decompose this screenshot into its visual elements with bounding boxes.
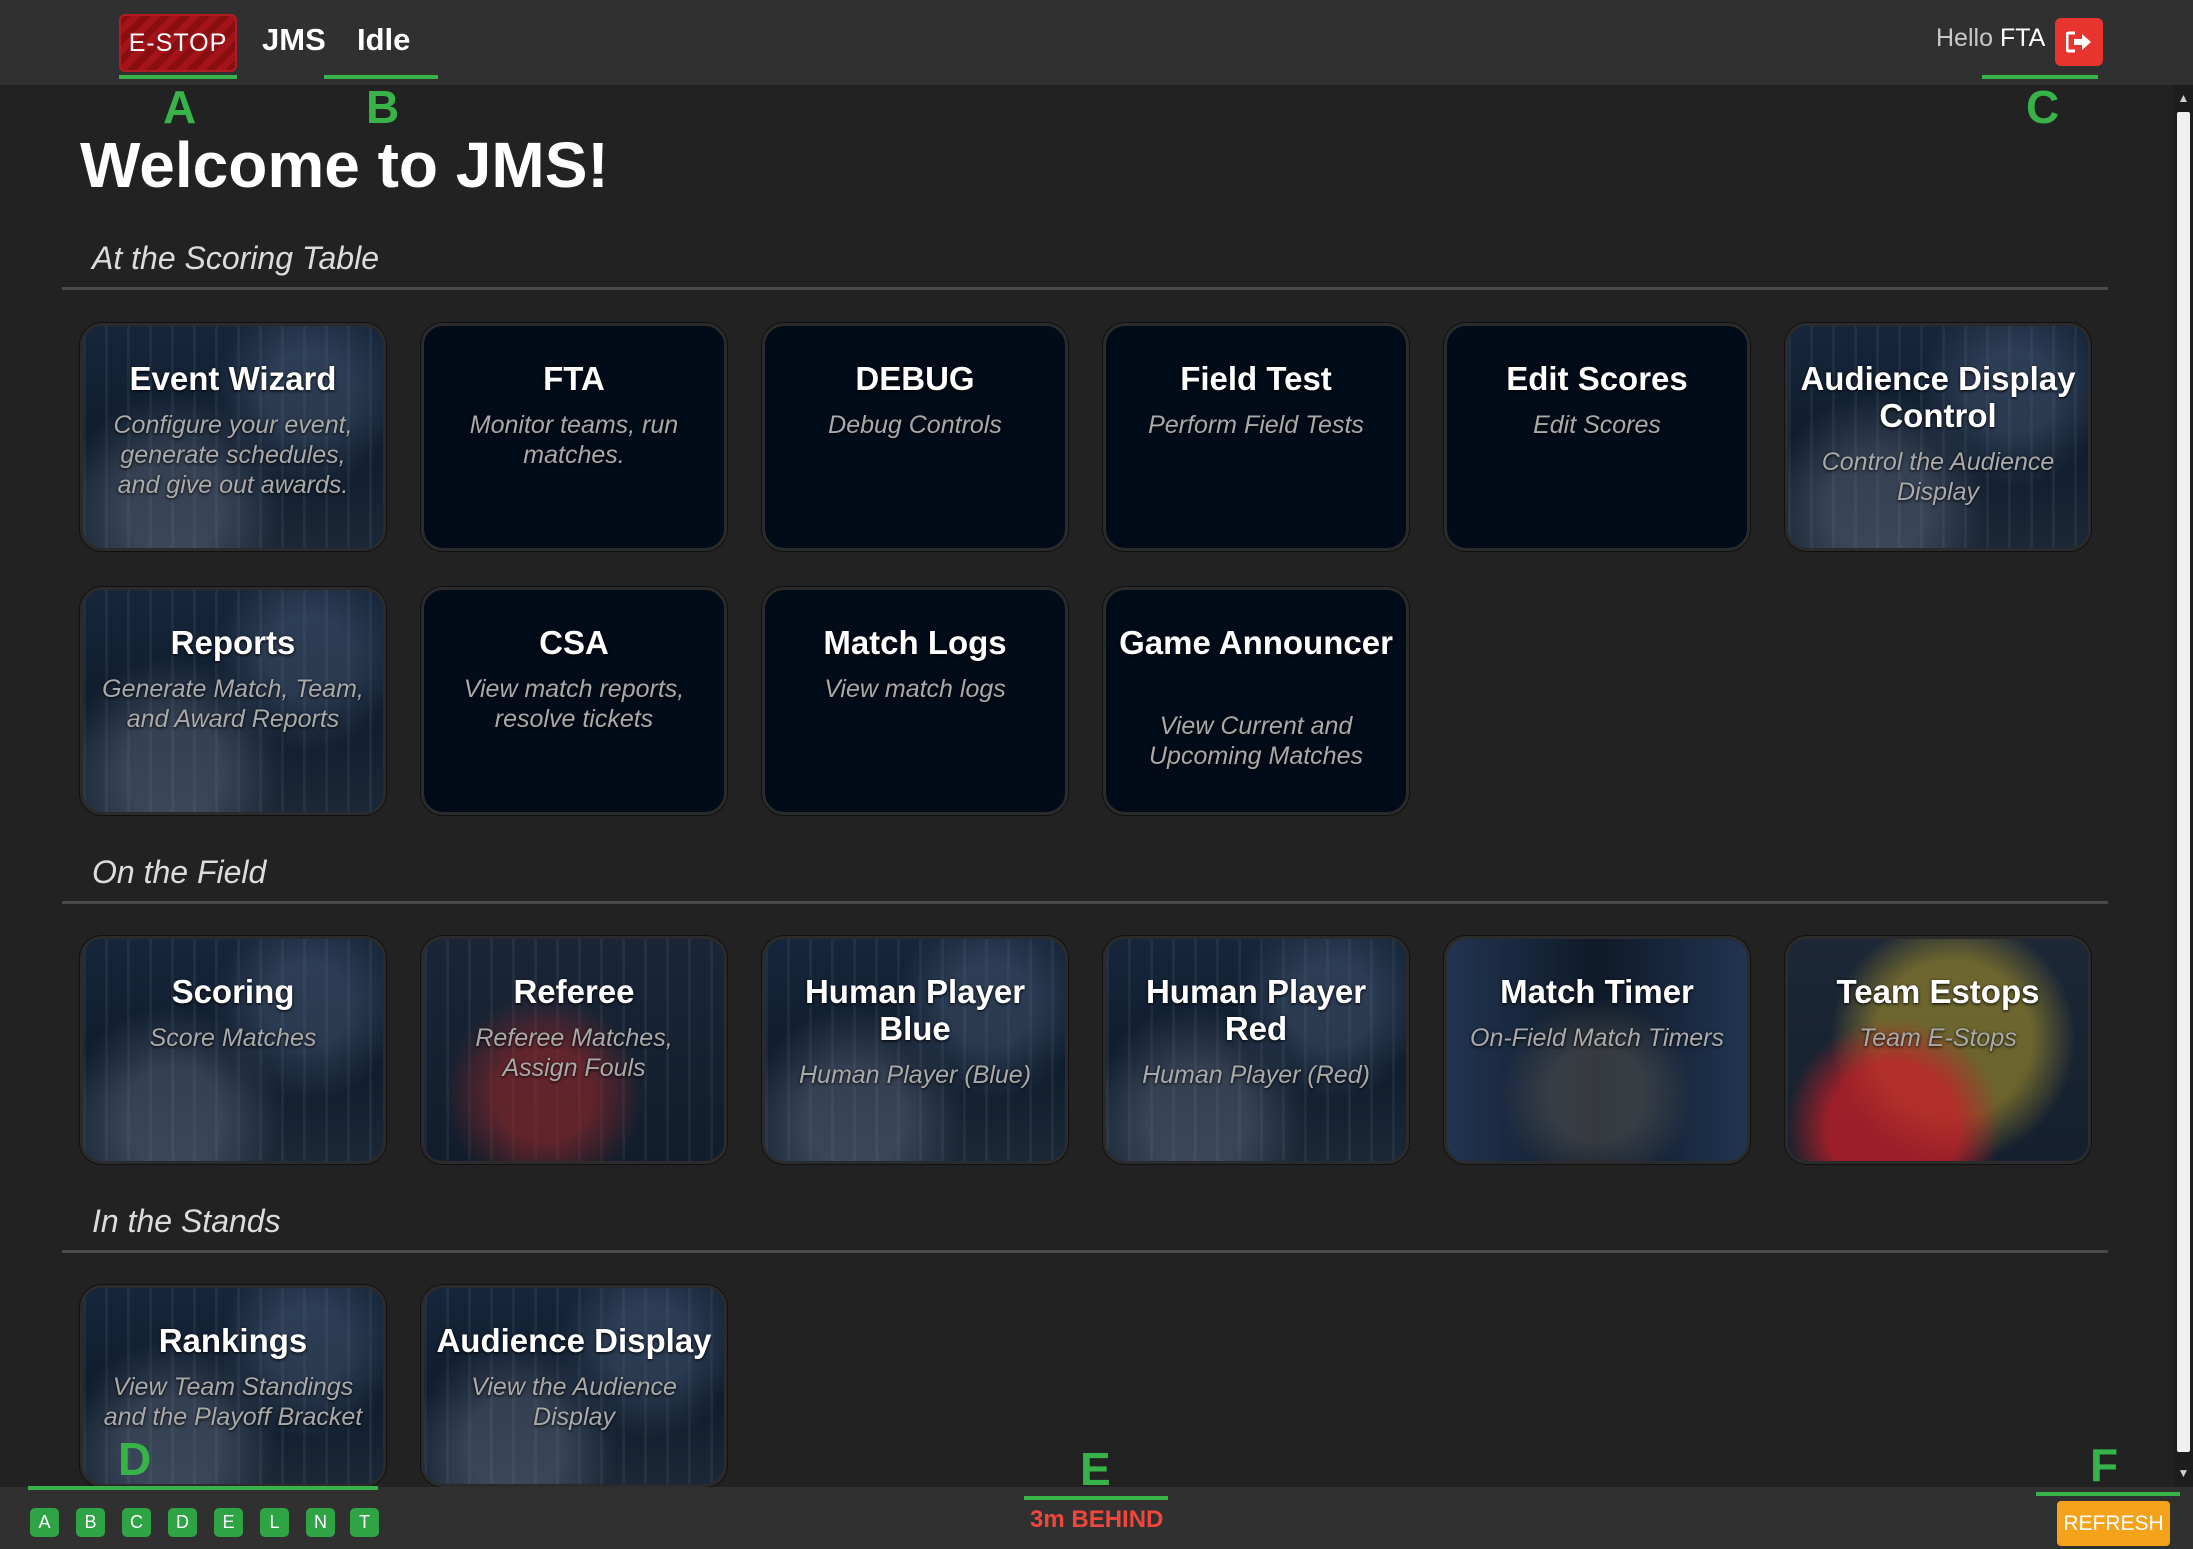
card-subtitle: View match logs xyxy=(824,675,1006,703)
card-subtitle: Human Player (Blue) xyxy=(798,1061,1032,1089)
node-status-d[interactable]: D xyxy=(168,1508,197,1537)
section-title: In the Stands xyxy=(92,1203,281,1239)
card-title: Event Wizard xyxy=(129,360,337,397)
card-reports[interactable]: Reports Generate Match, Team, and Award … xyxy=(80,587,386,815)
section-title: At the Scoring Table xyxy=(92,240,379,276)
card-subtitle: View match reports, resolve tickets xyxy=(463,675,685,733)
user-greeting: Hello FTA xyxy=(1936,24,2045,53)
annotation-letter-a: A xyxy=(163,81,197,133)
card-subtitle: Debug Controls xyxy=(828,411,1002,439)
card-subtitle: Monitor teams, run matches. xyxy=(469,411,679,469)
card-subtitle: Control the Audience Display xyxy=(1821,448,2055,506)
scrollbar-thumb[interactable] xyxy=(2177,112,2190,1452)
card-subtitle: Perform Field Tests xyxy=(1148,411,1364,439)
schedule-status: 3m BEHIND xyxy=(1030,1506,1164,1533)
card-title: DEBUG xyxy=(855,360,975,397)
sign-out-icon xyxy=(2066,31,2091,53)
card-edit-scores[interactable]: Edit Scores Edit Scores xyxy=(1444,323,1750,551)
card-audience-display-control[interactable]: Audience Display Control Control the Aud… xyxy=(1785,323,2091,551)
section-in-the-stands: In the Stands xyxy=(62,1191,2108,1253)
card-referee[interactable]: Referee Referee Matches, Assign Fouls xyxy=(421,936,727,1164)
annotation-letter-f: F xyxy=(2090,1439,2119,1491)
card-title: Match Logs xyxy=(823,624,1007,661)
annotation-underline-a xyxy=(119,75,237,79)
card-human-player-red[interactable]: Human Player Red Human Player (Red) xyxy=(1103,936,1409,1164)
card-game-announcer[interactable]: Game Announcer View Current and Upcoming… xyxy=(1103,587,1409,815)
card-csa[interactable]: CSA View match reports, resolve tickets xyxy=(421,587,727,815)
brand-link[interactable]: JMS xyxy=(262,22,326,58)
card-title: Field Test xyxy=(1180,360,1332,397)
card-title: Game Announcer xyxy=(1119,624,1393,661)
card-title: Audience Display Control xyxy=(1800,360,2076,434)
card-subtitle: View Team Standings and the Playoff Brac… xyxy=(103,1373,363,1431)
logout-button[interactable] xyxy=(2055,18,2103,66)
card-human-player-blue[interactable]: Human Player Blue Human Player (Blue) xyxy=(762,936,1068,1164)
card-event-wizard[interactable]: Event Wizard Configure your event, gener… xyxy=(80,323,386,551)
node-status-t[interactable]: T xyxy=(350,1508,379,1537)
top-navbar xyxy=(0,0,2193,85)
card-field-test[interactable]: Field Test Perform Field Tests xyxy=(1103,323,1409,551)
card-subtitle: View the Audience Display xyxy=(471,1373,677,1431)
card-title: Edit Scores xyxy=(1506,360,1688,397)
greeting-text: Hello xyxy=(1936,24,1993,52)
section-on-the-field: On the Field xyxy=(62,842,2108,904)
card-subtitle: Configure your event, generate schedules… xyxy=(113,411,353,499)
card-subtitle: Edit Scores xyxy=(1533,411,1661,439)
card-title: Team Estops xyxy=(1836,973,2040,1010)
node-status-l[interactable]: L xyxy=(260,1508,289,1537)
card-audience-display[interactable]: Audience Display View the Audience Displ… xyxy=(421,1285,727,1487)
card-subtitle: View Current and Upcoming Matches xyxy=(1149,712,1363,770)
card-title: Reports xyxy=(170,624,296,661)
card-title: FTA xyxy=(543,360,605,397)
section-title: On the Field xyxy=(92,854,267,890)
card-subtitle: Team E-Stops xyxy=(1859,1024,2017,1052)
card-fta[interactable]: FTA Monitor teams, run matches. xyxy=(421,323,727,551)
scroll-up-icon[interactable]: ▲ xyxy=(2176,91,2191,106)
refresh-button[interactable]: REFRESH xyxy=(2057,1501,2170,1546)
section-scoring-table: At the Scoring Table xyxy=(62,228,2108,290)
node-status-n[interactable]: N xyxy=(306,1508,335,1537)
system-status: Idle xyxy=(357,22,411,57)
card-match-logs[interactable]: Match Logs View match logs xyxy=(762,587,1068,815)
page-title: Welcome to JMS! xyxy=(80,129,609,201)
annotation-underline-b xyxy=(324,75,438,79)
card-subtitle: Score Matches xyxy=(149,1024,317,1052)
node-status-c[interactable]: C xyxy=(122,1508,151,1537)
card-title: Rankings xyxy=(158,1322,308,1359)
card-title: Scoring xyxy=(171,973,295,1010)
card-title: Human Player Red xyxy=(1145,973,1367,1047)
card-title: Match Timer xyxy=(1500,973,1694,1010)
username: FTA xyxy=(1999,24,2046,52)
annotation-underline-c xyxy=(1982,75,2098,79)
annotation-underline-f xyxy=(2036,1492,2180,1496)
card-subtitle: Human Player (Red) xyxy=(1142,1061,1370,1089)
card-title: Audience Display xyxy=(436,1322,712,1359)
card-title: Human Player Blue xyxy=(804,973,1026,1047)
card-team-estops[interactable]: Team Estops Team E-Stops xyxy=(1785,936,2091,1164)
card-scoring[interactable]: Scoring Score Matches xyxy=(80,936,386,1164)
card-title: CSA xyxy=(539,624,609,661)
estop-button[interactable]: E-STOP xyxy=(119,14,237,72)
card-subtitle: Generate Match, Team, and Award Reports xyxy=(102,675,364,733)
node-status-b[interactable]: B xyxy=(76,1508,105,1537)
annotation-letter-e: E xyxy=(1080,1443,1111,1495)
annotation-letter-d: D xyxy=(118,1433,152,1485)
card-subtitle: Referee Matches, Assign Fouls xyxy=(475,1024,673,1082)
scroll-down-icon[interactable]: ▼ xyxy=(2176,1466,2191,1481)
card-match-timer[interactable]: Match Timer On-Field Match Timers xyxy=(1444,936,1750,1164)
node-status-a[interactable]: A xyxy=(30,1508,59,1537)
card-subtitle: On-Field Match Timers xyxy=(1470,1024,1724,1052)
annotation-underline-d xyxy=(28,1486,378,1490)
annotation-letter-b: B xyxy=(366,81,400,133)
card-title: Referee xyxy=(513,973,635,1010)
card-debug[interactable]: DEBUG Debug Controls xyxy=(762,323,1068,551)
node-status-e[interactable]: E xyxy=(214,1508,243,1537)
annotation-letter-c: C xyxy=(2026,81,2060,133)
annotation-underline-e xyxy=(1024,1496,1168,1500)
